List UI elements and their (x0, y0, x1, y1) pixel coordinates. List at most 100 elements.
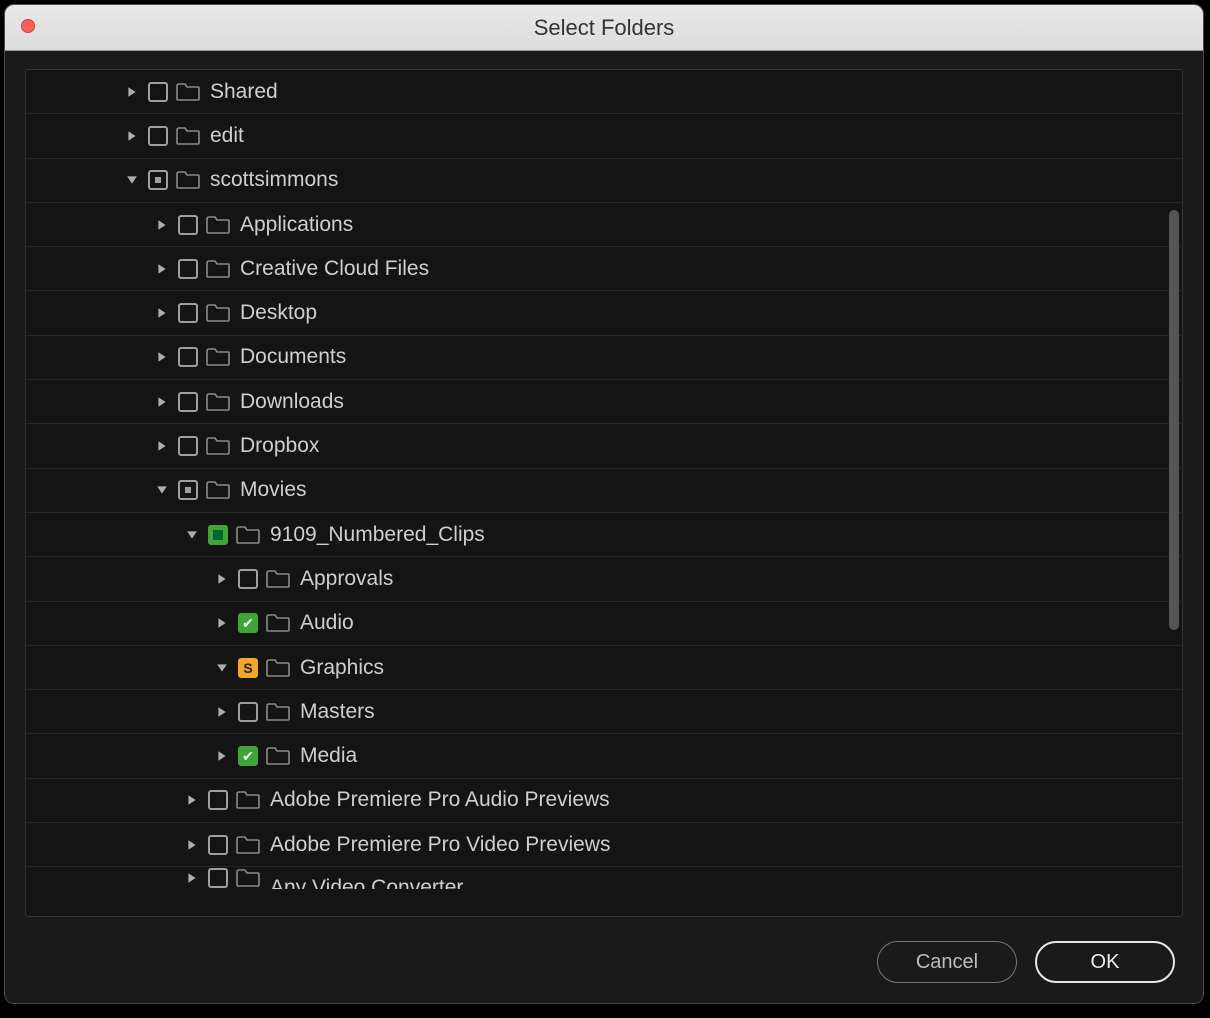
folder-icon (236, 791, 260, 809)
folder-label: Approvals (300, 567, 393, 591)
tree-container: Shared edit scottsimmons Applications Creati… (25, 69, 1183, 917)
checkbox[interactable] (238, 569, 258, 589)
content-area: Shared edit scottsimmons Applications Creati… (5, 51, 1203, 929)
tree-row[interactable]: Dropbox (26, 424, 1182, 468)
folder-label: Dropbox (240, 434, 319, 458)
folder-icon (176, 171, 200, 189)
cancel-button[interactable]: Cancel (877, 941, 1017, 983)
checkbox[interactable] (208, 835, 228, 855)
folder-label: 9109_Numbered_Clips (270, 523, 485, 547)
folder-label: Adobe Premiere Pro Audio Previews (270, 788, 610, 812)
tree-row[interactable]: Masters (26, 690, 1182, 734)
folder-label: edit (210, 124, 244, 148)
tree-row[interactable]: Shared (26, 70, 1182, 114)
tree-row[interactable]: Graphics (26, 646, 1182, 690)
folder-icon (206, 260, 230, 278)
ok-button[interactable]: OK (1035, 941, 1175, 983)
tree-row[interactable]: scottsimmons (26, 159, 1182, 203)
chevron-right-icon[interactable] (214, 615, 230, 631)
checkbox[interactable] (178, 259, 198, 279)
chevron-right-icon[interactable] (214, 748, 230, 764)
chevron-down-icon[interactable] (124, 172, 140, 188)
checkbox[interactable] (208, 525, 228, 545)
footer: Cancel OK (5, 929, 1203, 1003)
tree-row[interactable]: Adobe Premiere Pro Video Previews (26, 823, 1182, 867)
checkbox[interactable] (238, 658, 258, 678)
folder-icon (266, 747, 290, 765)
checkbox[interactable] (178, 347, 198, 367)
tree-row[interactable]: Media (26, 734, 1182, 778)
tree-row[interactable]: Downloads (26, 380, 1182, 424)
folder-label: Shared (210, 80, 278, 104)
chevron-right-icon[interactable] (154, 394, 170, 410)
folder-label: Any Video Converter (270, 876, 463, 889)
folder-label: Creative Cloud Files (240, 257, 429, 281)
chevron-right-icon[interactable] (154, 261, 170, 277)
chevron-right-icon[interactable] (154, 438, 170, 454)
checkbox[interactable] (238, 702, 258, 722)
folder-icon (176, 127, 200, 145)
chevron-right-icon[interactable] (154, 305, 170, 321)
tree-row[interactable]: Any Video Converter (26, 867, 1182, 889)
checkbox[interactable] (238, 613, 258, 633)
scrollbar-thumb[interactable] (1169, 210, 1179, 630)
tree-row[interactable]: Applications (26, 203, 1182, 247)
tree-row[interactable]: Desktop (26, 291, 1182, 335)
tree-row[interactable]: Documents (26, 336, 1182, 380)
folder-icon (266, 659, 290, 677)
tree-row[interactable]: Adobe Premiere Pro Audio Previews (26, 779, 1182, 823)
folder-tree[interactable]: Shared edit scottsimmons Applications Creati… (26, 70, 1182, 916)
chevron-down-icon[interactable] (154, 482, 170, 498)
chevron-right-icon[interactable] (214, 571, 230, 587)
dialog-window: Select Folders Shared edit scottsimmons App… (4, 4, 1204, 1004)
chevron-right-icon[interactable] (154, 217, 170, 233)
chevron-right-icon[interactable] (184, 792, 200, 808)
checkbox[interactable] (148, 82, 168, 102)
chevron-down-icon[interactable] (184, 527, 200, 543)
chevron-right-icon[interactable] (154, 349, 170, 365)
tree-row[interactable]: Approvals (26, 557, 1182, 601)
tree-row[interactable]: Audio (26, 602, 1182, 646)
chevron-right-icon[interactable] (184, 837, 200, 853)
window-title: Select Folders (5, 15, 1203, 41)
checkbox[interactable] (208, 868, 228, 888)
folder-icon (206, 437, 230, 455)
folder-label: scottsimmons (210, 168, 338, 192)
window-controls (21, 19, 35, 33)
tree-row[interactable]: Creative Cloud Files (26, 247, 1182, 291)
checkbox[interactable] (178, 392, 198, 412)
folder-label: Adobe Premiere Pro Video Previews (270, 833, 610, 857)
folder-label: Documents (240, 345, 346, 369)
chevron-right-icon[interactable] (124, 128, 140, 144)
folder-label: Desktop (240, 301, 317, 325)
tree-row[interactable]: 9109_Numbered_Clips (26, 513, 1182, 557)
folder-label: Downloads (240, 390, 344, 414)
folder-icon (206, 481, 230, 499)
tree-row[interactable]: edit (26, 114, 1182, 158)
checkbox[interactable] (178, 303, 198, 323)
tree-row[interactable]: Movies (26, 469, 1182, 513)
checkbox[interactable] (238, 746, 258, 766)
checkbox[interactable] (178, 480, 198, 500)
chevron-down-icon[interactable] (214, 660, 230, 676)
folder-icon (176, 83, 200, 101)
folder-icon (206, 348, 230, 366)
folder-icon (236, 869, 260, 887)
folder-label: Media (300, 744, 357, 768)
folder-label: Masters (300, 700, 375, 724)
folder-label: Graphics (300, 656, 384, 680)
close-button[interactable] (21, 19, 35, 33)
chevron-right-icon[interactable] (124, 84, 140, 100)
checkbox[interactable] (148, 126, 168, 146)
chevron-right-icon[interactable] (214, 704, 230, 720)
folder-icon (206, 216, 230, 234)
folder-label: Audio (300, 611, 354, 635)
folder-label: Movies (240, 478, 307, 502)
checkbox[interactable] (208, 790, 228, 810)
checkbox[interactable] (178, 215, 198, 235)
folder-icon (206, 304, 230, 322)
checkbox[interactable] (148, 170, 168, 190)
folder-icon (236, 836, 260, 854)
checkbox[interactable] (178, 436, 198, 456)
chevron-right-icon[interactable] (184, 870, 200, 886)
